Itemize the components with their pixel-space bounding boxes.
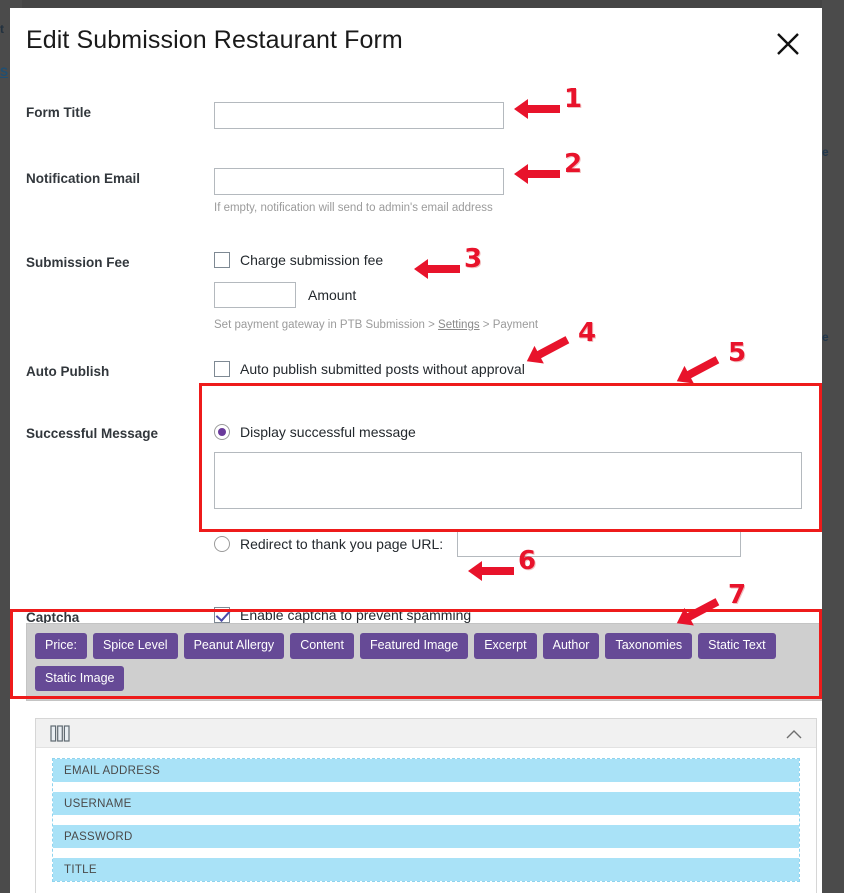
redirect-thank-you-label: Redirect to thank you page URL: (240, 536, 444, 552)
field-type-button[interactable]: Taxonomies (605, 633, 693, 659)
edit-submission-form-modal: Edit Submission Restaurant Form Form Tit… (10, 8, 822, 893)
page-background-right: e e (822, 0, 844, 893)
form-title-label: Form Title (26, 105, 92, 120)
submission-fee-hint: Set payment gateway in PTB Submission > … (214, 319, 806, 331)
auto-publish-checkbox[interactable] (214, 361, 230, 377)
form-title-input[interactable] (214, 102, 504, 129)
display-successful-message-row[interactable]: Display successful message (214, 423, 806, 440)
form-row-submission-fee: Submission Fee Charge submission fee Amo… (26, 252, 806, 331)
settings-link[interactable]: Settings (438, 319, 480, 331)
field-type-button[interactable]: Excerpt (474, 633, 537, 659)
background-text-fragment: S (0, 65, 9, 79)
notification-email-label: Notification Email (26, 171, 141, 186)
amount-label: Amount (308, 287, 357, 303)
successful-message-textarea[interactable] (214, 452, 802, 509)
page-title: Edit Submission Restaurant Form (26, 26, 403, 54)
auto-publish-label: Auto Publish (26, 364, 110, 379)
successful-message-label: Successful Message (26, 426, 159, 441)
notification-email-input[interactable] (214, 168, 504, 195)
form-row-notification-email: Notification Email If empty, notificatio… (26, 168, 806, 214)
field-type-toolbar: Price: Spice Level Peanut Allergy Content Fe… (26, 623, 822, 701)
columns-icon (50, 725, 70, 747)
background-text-fragment: e (822, 330, 829, 344)
form-preview-panel: EMAIL ADDRESS USERNAME PASSWORD TITLE (35, 718, 817, 893)
field-type-button[interactable]: Author (542, 633, 600, 659)
form-field-row[interactable]: TITLE (53, 858, 799, 881)
form-row-auto-publish: Auto Publish Auto publish submitted post… (26, 361, 806, 379)
background-text-fragment: e (822, 145, 829, 159)
display-successful-message-radio[interactable] (214, 424, 230, 440)
redirect-thank-you-row[interactable]: Redirect to thank you page URL: (214, 531, 806, 557)
captcha-checkbox[interactable] (214, 607, 230, 623)
captcha-checkbox-label: Enable captcha to prevent spamming (240, 607, 472, 623)
field-drop-area[interactable]: EMAIL ADDRESS USERNAME PASSWORD TITLE (52, 758, 800, 882)
form-preview-panel-body: EMAIL ADDRESS USERNAME PASSWORD TITLE (36, 748, 816, 882)
notification-email-hint: If empty, notification will send to admi… (214, 202, 493, 214)
chevron-up-icon[interactable] (786, 727, 802, 745)
background-text-fragment: t (0, 22, 4, 36)
charge-submission-fee-row[interactable]: Charge submission fee (214, 252, 806, 268)
display-successful-message-label: Display successful message (240, 424, 416, 440)
field-type-button[interactable]: Static Text (698, 633, 776, 659)
charge-submission-fee-label: Charge submission fee (240, 252, 384, 268)
field-type-button[interactable]: Price: (35, 633, 87, 659)
redirect-thank-you-radio[interactable] (214, 536, 230, 552)
field-type-button[interactable]: Peanut Allergy (183, 633, 285, 659)
captcha-row[interactable]: Enable captcha to prevent spamming (214, 607, 806, 623)
field-type-button[interactable]: Featured Image (359, 633, 469, 659)
auto-publish-checkbox-label: Auto publish submitted posts without app… (240, 361, 525, 377)
field-type-button[interactable]: Static Image (35, 665, 125, 691)
field-type-button[interactable]: Content (290, 633, 354, 659)
submission-fee-amount-input[interactable] (214, 282, 296, 308)
charge-submission-fee-checkbox[interactable] (214, 252, 230, 268)
modal-header: Edit Submission Restaurant Form (10, 8, 822, 80)
field-type-button[interactable]: Spice Level (92, 633, 178, 659)
form-field-row[interactable]: PASSWORD (53, 825, 799, 848)
close-icon[interactable] (774, 30, 802, 58)
redirect-url-input[interactable] (457, 531, 742, 557)
form-field-row[interactable]: EMAIL ADDRESS (53, 759, 799, 782)
auto-publish-row[interactable]: Auto publish submitted posts without app… (214, 361, 806, 377)
submission-fee-label: Submission Fee (26, 255, 130, 270)
form-row-form-title: Form Title (26, 102, 806, 129)
form-preview-panel-header[interactable] (36, 719, 816, 748)
form-body: Form Title Notification Email If empty, … (10, 102, 822, 625)
submission-fee-hint-suffix: > Payment (479, 319, 539, 331)
submission-fee-hint-prefix: Set payment gateway in PTB Submission > (214, 319, 439, 331)
form-field-row[interactable]: USERNAME (53, 792, 799, 815)
form-row-successful-message: Successful Message Display successful me… (26, 423, 806, 557)
